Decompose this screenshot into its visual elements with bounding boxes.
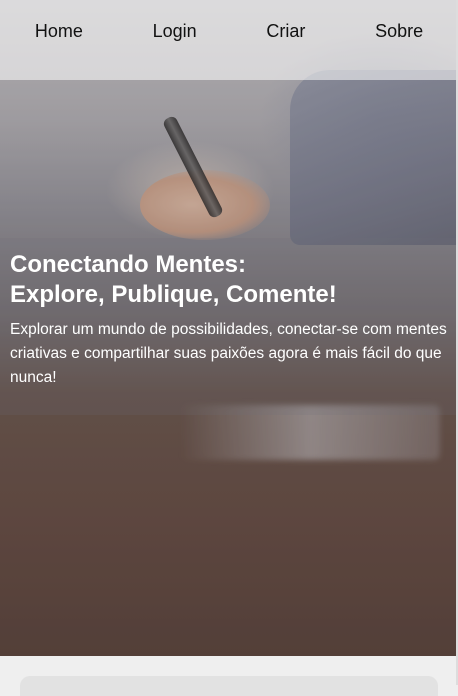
nav-link-home[interactable]: Home xyxy=(29,17,89,46)
nav-link-criar[interactable]: Criar xyxy=(260,17,311,46)
nav-link-sobre[interactable]: Sobre xyxy=(369,17,429,46)
hero-title-line1: Conectando Mentes: xyxy=(10,251,247,278)
hero-title-line2: Explore, Publique, Comente! xyxy=(10,281,337,308)
content-card xyxy=(20,676,438,696)
nav-link-login[interactable]: Login xyxy=(147,17,203,46)
hero-title: Conectando Mentes: Explore, Publique, Co… xyxy=(10,250,450,310)
top-navbar: Home Login Criar Sobre xyxy=(0,0,458,62)
hero-text-block: Conectando Mentes: Explore, Publique, Co… xyxy=(10,250,450,390)
hero-description: Explorar um mundo de possibilidades, con… xyxy=(10,321,447,386)
content-section xyxy=(0,656,458,696)
